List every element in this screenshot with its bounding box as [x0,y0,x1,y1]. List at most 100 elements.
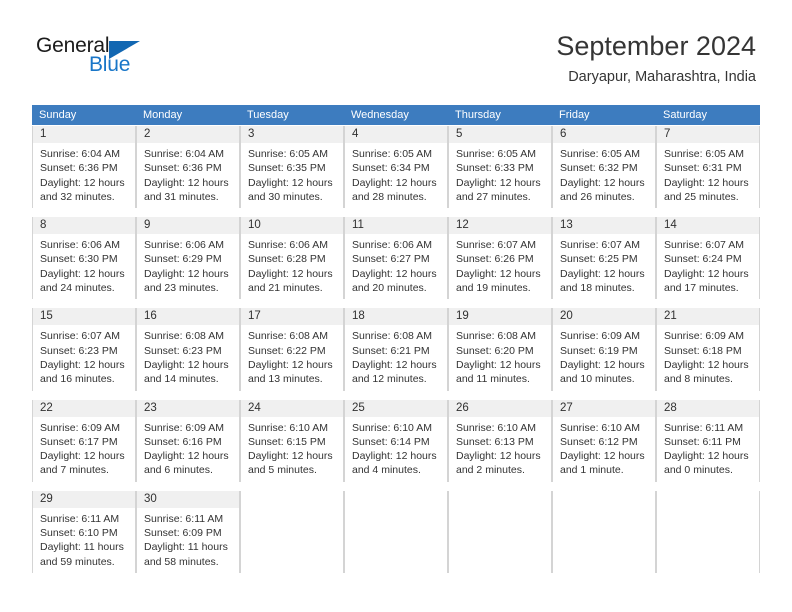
day-details: Sunrise: 6:10 AM Sunset: 6:13 PM Daylight:… [449,417,551,482]
daylight-text-line2: and 17 minutes. [664,282,739,295]
day-cell[interactable]: 23 Sunrise: 6:09 AM Sunset: 6:16 PM Dayligh… [136,399,240,482]
sunset-text: Sunset: 6:33 PM [456,162,534,175]
sunset-text: Sunset: 6:15 PM [248,435,326,448]
day-cell[interactable]: 10 Sunrise: 6:06 AM Sunset: 6:28 PM Dayligh… [240,217,344,300]
day-cell[interactable]: 11 Sunrise: 6:06 AM Sunset: 6:27 PM Dayligh… [344,217,448,300]
day-cell[interactable]: 30 Sunrise: 6:11 AM Sunset: 6:09 PM Dayligh… [136,490,240,573]
day-cell[interactable]: 13 Sunrise: 6:07 AM Sunset: 6:25 PM Dayligh… [552,217,656,300]
day-cell[interactable]: 26 Sunrise: 6:10 AM Sunset: 6:13 PM Dayligh… [448,399,552,482]
sunset-text: Sunset: 6:14 PM [352,435,430,448]
daylight-text-line2: and 6 minutes. [144,464,213,477]
day-cell[interactable]: 18 Sunrise: 6:08 AM Sunset: 6:21 PM Dayligh… [344,308,448,391]
day-cell[interactable]: 24 Sunrise: 6:10 AM Sunset: 6:15 PM Dayligh… [240,399,344,482]
day-details: Sunrise: 6:08 AM Sunset: 6:23 PM Daylight:… [137,325,239,390]
day-number: 15 [33,308,135,326]
daylight-text-line1: Daylight: 12 hours [560,358,645,371]
day-cell[interactable]: 9 Sunrise: 6:06 AM Sunset: 6:29 PM Daylight… [136,217,240,300]
day-number: 5 [449,126,551,143]
weekday-saturday: Saturday [663,109,708,121]
day-cell[interactable]: 25 Sunrise: 6:10 AM Sunset: 6:14 PM Dayligh… [344,399,448,482]
day-cell[interactable]: 8 Sunrise: 6:06 AM Sunset: 6:30 PM Daylight… [32,217,136,300]
day-number: 21 [657,308,759,326]
day-details: Sunrise: 6:06 AM Sunset: 6:27 PM Daylight:… [345,234,447,299]
sunset-text: Sunset: 6:27 PM [352,253,430,266]
day-cell[interactable]: 14 Sunrise: 6:07 AM Sunset: 6:24 PM Dayligh… [656,217,760,300]
day-cell[interactable]: 2 Sunrise: 6:04 AM Sunset: 6:36 PM Daylight… [136,126,240,209]
generalblue-logo[interactable]: General Blue [36,34,196,80]
week-row: 1 Sunrise: 6:04 AM Sunset: 6:36 PM Daylight… [32,126,760,209]
day-details: Sunrise: 6:09 AM Sunset: 6:17 PM Daylight:… [33,417,135,482]
daylight-text-line1: Daylight: 12 hours [664,358,749,371]
day-details: Sunrise: 6:06 AM Sunset: 6:28 PM Daylight:… [241,234,343,299]
day-number: 28 [657,399,759,417]
day-cell[interactable]: 4 Sunrise: 6:05 AM Sunset: 6:34 PM Daylight… [344,126,448,209]
daylight-text-line2: and 11 minutes. [456,373,530,386]
day-cell[interactable]: 29 Sunrise: 6:11 AM Sunset: 6:10 PM Dayligh… [32,490,136,573]
day-number [345,490,447,508]
daylight-text-line1: Daylight: 12 hours [352,267,437,280]
day-number: 10 [241,217,343,235]
sunset-text: Sunset: 6:09 PM [144,527,222,540]
daylight-text-line2: and 23 minutes. [144,282,219,295]
day-details: Sunrise: 6:07 AM Sunset: 6:26 PM Daylight:… [449,234,551,299]
day-cell[interactable]: 22 Sunrise: 6:09 AM Sunset: 6:17 PM Dayligh… [32,399,136,482]
day-cell[interactable]: 3 Sunrise: 6:05 AM Sunset: 6:35 PM Daylight… [240,126,344,209]
sunrise-text: Sunrise: 6:05 AM [248,148,328,160]
day-number: 11 [345,217,447,235]
daylight-text-line2: and 30 minutes. [248,190,323,203]
day-cell[interactable]: 20 Sunrise: 6:09 AM Sunset: 6:19 PM Dayligh… [552,308,656,391]
sunset-text: Sunset: 6:22 PM [248,344,326,357]
daylight-text-line2: and 58 minutes. [144,555,219,568]
sunrise-text: Sunrise: 6:07 AM [664,239,744,252]
title-block: September 2024 Daryapur, Maharashtra, In… [556,30,756,87]
week-row: 15 Sunrise: 6:07 AM Sunset: 6:23 PM Dayligh… [32,308,760,391]
daylight-text-line1: Daylight: 12 hours [352,176,437,189]
sunset-text: Sunset: 6:36 PM [144,162,222,175]
daylight-text-line2: and 1 minute. [560,464,624,477]
day-cell[interactable]: 1 Sunrise: 6:04 AM Sunset: 6:36 PM Daylight… [32,126,136,209]
day-cell[interactable]: 19 Sunrise: 6:08 AM Sunset: 6:20 PM Dayligh… [448,308,552,391]
daylight-text-line2: and 19 minutes. [456,282,531,295]
sunset-text: Sunset: 6:18 PM [664,344,742,357]
day-number: 2 [137,126,239,143]
daylight-text-line2: and 27 minutes. [456,190,531,203]
day-cell[interactable]: 12 Sunrise: 6:07 AM Sunset: 6:26 PM Dayligh… [448,217,552,300]
day-cell-empty [344,490,448,573]
daylight-text-line1: Daylight: 12 hours [144,176,229,189]
day-details: Sunrise: 6:06 AM Sunset: 6:29 PM Daylight:… [137,234,239,299]
day-cell[interactable]: 17 Sunrise: 6:08 AM Sunset: 6:22 PM Dayligh… [240,308,344,391]
daylight-text-line1: Daylight: 12 hours [248,267,333,280]
daylight-text-line2: and 24 minutes. [40,282,115,295]
sunrise-text: Sunrise: 6:08 AM [144,330,224,343]
day-details: Sunrise: 6:07 AM Sunset: 6:24 PM Daylight:… [657,234,759,299]
sunrise-text: Sunrise: 6:08 AM [456,330,536,343]
sunset-text: Sunset: 6:10 PM [40,527,118,540]
sunrise-text: Sunrise: 6:11 AM [144,512,224,525]
daylight-text-line1: Daylight: 11 hours [144,541,228,554]
day-number: 30 [137,490,239,508]
day-details [553,508,655,516]
daylight-text-line1: Daylight: 12 hours [40,267,125,280]
daylight-text-line1: Daylight: 12 hours [560,450,645,463]
day-cell[interactable]: 16 Sunrise: 6:08 AM Sunset: 6:23 PM Dayligh… [136,308,240,391]
day-number [553,490,655,508]
day-cell[interactable]: 7 Sunrise: 6:05 AM Sunset: 6:31 PM Daylight… [656,126,760,209]
sunset-text: Sunset: 6:16 PM [144,435,222,448]
day-number: 26 [449,399,551,417]
day-cell[interactable]: 21 Sunrise: 6:09 AM Sunset: 6:18 PM Dayligh… [656,308,760,391]
day-details: Sunrise: 6:10 AM Sunset: 6:15 PM Daylight:… [241,417,343,482]
day-details: Sunrise: 6:08 AM Sunset: 6:20 PM Daylight:… [449,325,551,390]
day-cell[interactable]: 5 Sunrise: 6:05 AM Sunset: 6:33 PM Daylight… [448,126,552,209]
sunrise-text: Sunrise: 6:10 AM [248,421,328,434]
daylight-text-line2: and 7 minutes. [40,464,109,477]
day-cell[interactable]: 6 Sunrise: 6:05 AM Sunset: 6:32 PM Daylight… [552,126,656,209]
daylight-text-line1: Daylight: 12 hours [456,358,541,371]
day-cell[interactable]: 15 Sunrise: 6:07 AM Sunset: 6:23 PM Dayligh… [32,308,136,391]
daylight-text-line1: Daylight: 12 hours [664,267,749,280]
day-cell[interactable]: 27 Sunrise: 6:10 AM Sunset: 6:12 PM Dayligh… [552,399,656,482]
day-details: Sunrise: 6:06 AM Sunset: 6:30 PM Daylight:… [33,234,135,299]
day-number: 29 [33,490,135,508]
day-cell[interactable]: 28 Sunrise: 6:11 AM Sunset: 6:11 PM Dayligh… [656,399,760,482]
day-details: Sunrise: 6:05 AM Sunset: 6:33 PM Daylight:… [449,143,551,208]
sunset-text: Sunset: 6:24 PM [664,253,742,266]
